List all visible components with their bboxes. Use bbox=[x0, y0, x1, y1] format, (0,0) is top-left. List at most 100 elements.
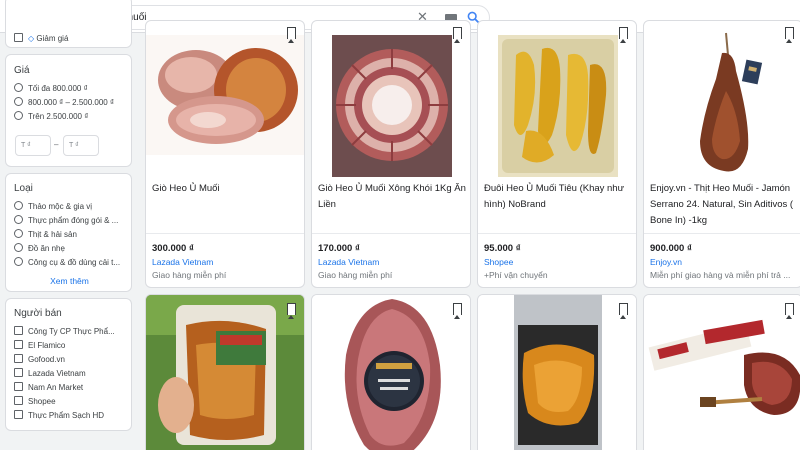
seller-option[interactable]: Công Ty CP Thực Phẩ... bbox=[14, 326, 128, 336]
bookmark-icon[interactable] bbox=[287, 303, 296, 319]
bookmark-icon[interactable] bbox=[785, 303, 794, 319]
product-image[interactable] bbox=[312, 295, 471, 450]
discount-panel: ◇ Giảm giá bbox=[5, 0, 132, 48]
checkbox[interactable] bbox=[14, 326, 23, 335]
option-label: Đồ ăn nhẹ bbox=[28, 244, 65, 253]
price-title: Giá bbox=[14, 65, 30, 76]
option-label: Shopee bbox=[28, 397, 56, 406]
bookmark-icon[interactable] bbox=[619, 27, 628, 43]
product-price: 900.000 ₫ bbox=[650, 243, 692, 254]
max-price-input[interactable]: T ₫ bbox=[63, 135, 99, 156]
product-store[interactable]: Lazada Vietnam bbox=[152, 257, 213, 267]
checkbox[interactable] bbox=[14, 33, 23, 42]
option-label: 800.000 ₫ – 2.500.000 ₫ bbox=[28, 98, 115, 107]
category-option[interactable]: Thịt & hải sản bbox=[14, 229, 128, 239]
option-label: Công Ty CP Thực Phẩ... bbox=[28, 327, 115, 336]
product-image[interactable] bbox=[146, 35, 305, 155]
product-shipping: Miễn phí giao hàng và miễn phí trả ... bbox=[650, 270, 791, 280]
product-title[interactable]: Enjoy.vn - Thịt Heo Muối - Jamón Serrano… bbox=[650, 181, 800, 229]
price-option[interactable]: 800.000 ₫ – 2.500.000 ₫ bbox=[14, 97, 128, 107]
checkbox[interactable] bbox=[14, 368, 23, 377]
product-store[interactable]: Lazada Vietnam bbox=[318, 257, 379, 267]
seller-panel: Người bán Công Ty CP Thực Phẩ... El Flam… bbox=[5, 298, 132, 431]
product-image[interactable] bbox=[332, 35, 452, 177]
product-image[interactable] bbox=[146, 295, 305, 450]
option-label: Thảo mộc & gia vị bbox=[28, 202, 93, 211]
category-option[interactable]: Đồ ăn nhẹ bbox=[14, 243, 128, 253]
option-label: Thịt & hải sản bbox=[28, 230, 77, 239]
see-more-link[interactable]: Xem thêm bbox=[6, 276, 133, 286]
option-label: El Flamico bbox=[28, 341, 66, 350]
category-option[interactable]: Công cụ & đồ dùng cải t... bbox=[14, 257, 128, 267]
price-option[interactable]: Tối đa 800.000 ₫ bbox=[14, 83, 128, 93]
product-card[interactable]: Giò Heo Ủ Muối Xông Khói 1Kg Ăn Liền 170… bbox=[311, 20, 471, 288]
radio[interactable] bbox=[14, 83, 23, 92]
seller-option[interactable]: El Flamico bbox=[14, 340, 128, 350]
radio[interactable] bbox=[14, 257, 23, 266]
option-label: Gofood.vn bbox=[28, 355, 65, 364]
divider bbox=[312, 233, 470, 234]
checkbox[interactable] bbox=[14, 354, 23, 363]
radio[interactable] bbox=[14, 111, 23, 120]
category-option[interactable]: Thực phẩm đóng gói & ... bbox=[14, 215, 128, 225]
product-image[interactable] bbox=[664, 31, 784, 179]
price-option[interactable]: Trên 2.500.000 ₫ bbox=[14, 111, 128, 121]
discount-filter[interactable]: ◇ Giảm giá bbox=[14, 33, 128, 43]
divider bbox=[478, 233, 636, 234]
product-store[interactable]: Shopee bbox=[484, 257, 513, 267]
bookmark-icon[interactable] bbox=[453, 27, 462, 43]
option-label: Tối đa 800.000 ₫ bbox=[28, 84, 88, 93]
bookmark-icon[interactable] bbox=[453, 303, 462, 319]
min-price-input[interactable]: T ₫ bbox=[15, 135, 51, 156]
product-shipping: +Phí vận chuyển bbox=[484, 270, 548, 280]
option-label: Nam An Market bbox=[28, 383, 84, 392]
product-card[interactable] bbox=[643, 294, 800, 450]
radio[interactable] bbox=[14, 229, 23, 238]
seller-option[interactable]: Nam An Market bbox=[14, 382, 128, 392]
seller-title: Người bán bbox=[14, 308, 62, 319]
bookmark-icon[interactable] bbox=[785, 27, 794, 43]
category-panel: Loại Thảo mộc & gia vị Thực phẩm đóng gó… bbox=[5, 173, 132, 292]
product-card[interactable] bbox=[477, 294, 637, 450]
seller-option[interactable]: Shopee bbox=[14, 396, 128, 406]
product-card[interactable]: Giò Heo Ủ Muối 300.000 ₫ Lazada Vietnam … bbox=[145, 20, 305, 288]
product-image[interactable] bbox=[478, 295, 637, 450]
range-dash: – bbox=[54, 140, 59, 149]
product-shipping: Giao hàng miễn phí bbox=[318, 270, 393, 280]
product-image[interactable] bbox=[498, 35, 618, 177]
bookmark-icon[interactable] bbox=[619, 303, 628, 319]
product-card[interactable] bbox=[145, 294, 305, 450]
checkbox[interactable] bbox=[14, 382, 23, 391]
radio[interactable] bbox=[14, 215, 23, 224]
radio[interactable] bbox=[14, 97, 23, 106]
product-card[interactable] bbox=[311, 294, 471, 450]
option-label: Công cụ & đồ dùng cải t... bbox=[28, 258, 121, 267]
product-card[interactable]: Enjoy.vn - Thịt Heo Muối - Jamón Serrano… bbox=[643, 20, 800, 288]
product-title[interactable]: Đuôi Heo Ủ Muối Tiêu (Khay như hình) NoB… bbox=[484, 181, 634, 213]
option-label: Lazada Vietnam bbox=[28, 369, 86, 378]
divider bbox=[644, 233, 800, 234]
product-price: 300.000 ₫ bbox=[152, 243, 194, 254]
product-image[interactable] bbox=[644, 295, 800, 450]
product-price: 170.000 ₫ bbox=[318, 243, 360, 254]
checkbox[interactable] bbox=[14, 410, 23, 419]
radio[interactable] bbox=[14, 201, 23, 210]
bookmark-icon[interactable] bbox=[287, 27, 296, 43]
checkbox[interactable] bbox=[14, 340, 23, 349]
product-store[interactable]: Enjoy.vn bbox=[650, 257, 682, 267]
product-title[interactable]: Giò Heo Ủ Muối bbox=[152, 181, 302, 197]
seller-option[interactable]: Gofood.vn bbox=[14, 354, 128, 364]
category-option[interactable]: Thảo mộc & gia vị bbox=[14, 201, 128, 211]
category-title: Loại bbox=[14, 183, 33, 194]
divider bbox=[146, 233, 304, 234]
product-title[interactable]: Giò Heo Ủ Muối Xông Khói 1Kg Ăn Liền bbox=[318, 181, 468, 213]
option-label: Thực phẩm đóng gói & ... bbox=[28, 216, 119, 225]
seller-option[interactable]: Lazada Vietnam bbox=[14, 368, 128, 378]
radio[interactable] bbox=[14, 243, 23, 252]
option-label: Thực Phẩm Sạch HD bbox=[28, 411, 105, 420]
checkbox[interactable] bbox=[14, 396, 23, 405]
product-shipping: Giao hàng miễn phí bbox=[152, 270, 227, 280]
seller-option[interactable]: Thực Phẩm Sạch HD bbox=[14, 410, 128, 420]
product-card[interactable]: Đuôi Heo Ủ Muối Tiêu (Khay như hình) NoB… bbox=[477, 20, 637, 288]
option-label: Trên 2.500.000 ₫ bbox=[28, 112, 89, 121]
